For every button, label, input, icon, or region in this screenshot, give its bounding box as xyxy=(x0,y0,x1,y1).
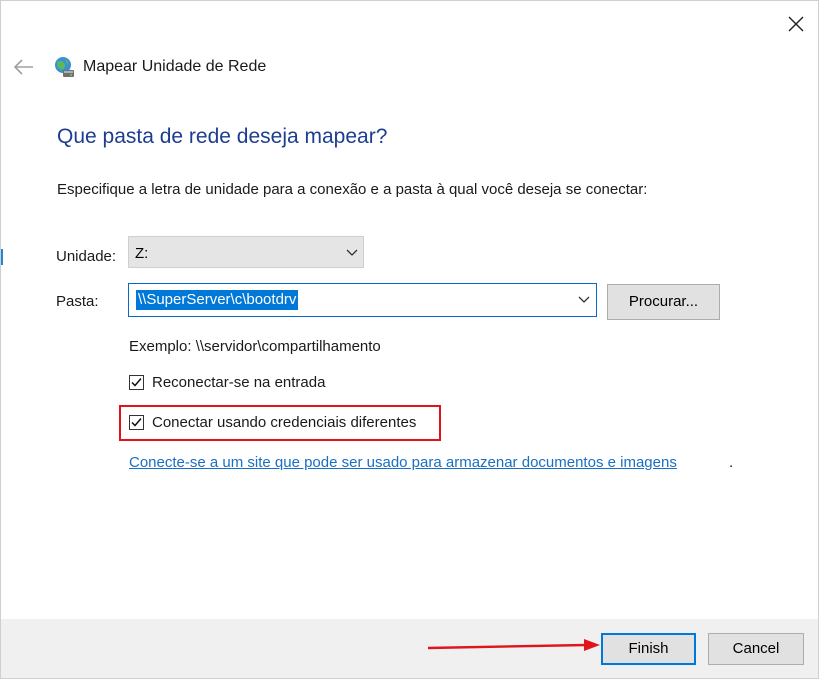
link-period: . xyxy=(729,454,734,471)
drive-label: Unidade: xyxy=(56,248,117,265)
cancel-button[interactable]: Cancel xyxy=(708,633,804,665)
page-heading: Que pasta de rede deseja mapear? xyxy=(57,125,388,148)
network-drive-icon xyxy=(52,55,76,79)
checkmark-icon xyxy=(131,418,142,427)
reconnect-checkbox[interactable] xyxy=(129,375,144,390)
different-credentials-checkbox[interactable] xyxy=(129,415,144,430)
folder-path-input[interactable]: \\SuperServer\c\bootdrv xyxy=(128,283,597,317)
document-storage-link[interactable]: Conecte-se a um site que pode ser usado … xyxy=(129,454,677,471)
checkmark-icon xyxy=(131,378,142,387)
close-icon[interactable] xyxy=(783,11,809,37)
map-network-drive-dialog: Mapear Unidade de Rede Que pasta de rede… xyxy=(0,0,819,679)
chevron-down-icon[interactable] xyxy=(578,296,590,304)
browse-button[interactable]: Procurar... xyxy=(607,284,720,320)
folder-path-value: \\SuperServer\c\bootdrv xyxy=(136,290,299,310)
back-arrow-icon[interactable] xyxy=(12,57,36,77)
instructions-text: Especifique a letra de unidade para a co… xyxy=(57,181,648,198)
reconnect-label[interactable]: Reconectar-se na entrada xyxy=(152,374,325,391)
chevron-down-icon xyxy=(346,249,358,256)
folder-label: Pasta: xyxy=(56,293,99,310)
example-text: Exemplo: \\servidor\compartilhamento xyxy=(129,338,381,355)
drive-letter-value: Z: xyxy=(135,245,149,262)
drive-letter-select[interactable]: Z: xyxy=(128,236,364,268)
window-title: Mapear Unidade de Rede xyxy=(83,58,267,75)
different-credentials-label[interactable]: Conectar usando credenciais diferentes xyxy=(152,414,416,431)
window-edge-accent xyxy=(1,249,3,265)
finish-button[interactable]: Finish xyxy=(601,633,696,665)
